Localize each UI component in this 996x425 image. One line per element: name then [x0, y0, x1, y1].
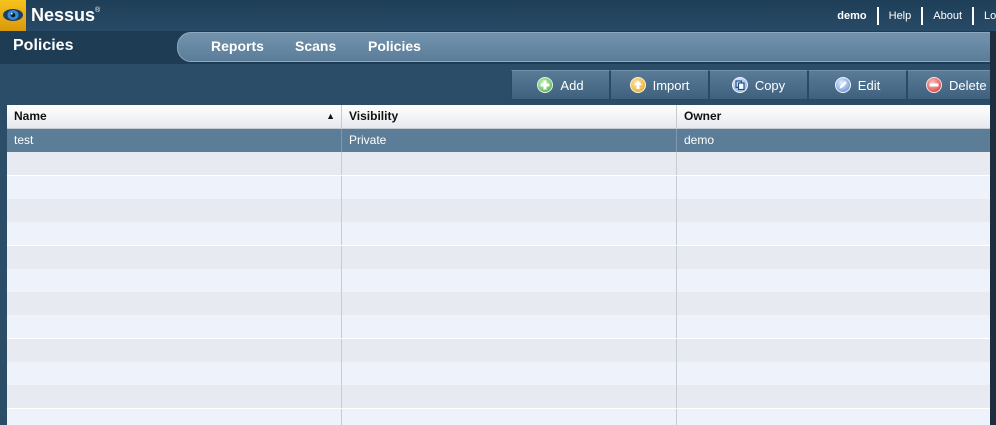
table-cell-owner — [677, 315, 996, 338]
table-cell-visibility — [342, 152, 677, 176]
column-header-name[interactable]: Name ▲ — [7, 105, 342, 128]
table-cell-name — [7, 315, 342, 339]
plus-icon — [537, 77, 554, 93]
table-cell-visibility — [342, 198, 677, 222]
empty-table-row — [7, 175, 996, 199]
add-button[interactable]: Add — [511, 70, 610, 100]
app-name: Nessus® — [31, 5, 101, 25]
table-cell-owner — [677, 222, 996, 245]
add-label: Add — [560, 77, 584, 93]
import-button[interactable]: Import — [610, 70, 709, 100]
top-bar: Nessus® demo Help About Lo — [0, 0, 996, 31]
main-tabs: Reports Scans Policies — [177, 32, 996, 62]
empty-table-row — [7, 198, 996, 222]
import-label: Import — [652, 77, 690, 93]
tab-reports[interactable]: Reports — [211, 38, 264, 54]
table-cell-owner — [677, 246, 996, 269]
table-cell-visibility — [342, 175, 677, 199]
pencil-icon — [834, 77, 851, 93]
table-cell-visibility: Private — [342, 129, 677, 152]
table-cell-owner — [677, 362, 996, 385]
empty-table-row — [7, 338, 996, 362]
empty-table-row — [7, 152, 996, 176]
tab-scans[interactable]: Scans — [295, 38, 336, 54]
minus-icon — [926, 77, 942, 93]
table-header: Name ▲ Visibility Owner — [7, 105, 996, 129]
table-cell-owner — [677, 176, 996, 199]
policy-toolbar: Add Import Copy Edit Delete — [511, 70, 996, 100]
table-cell-owner — [677, 385, 996, 408]
table-cell-name — [7, 175, 342, 199]
table-cell-owner — [677, 152, 996, 175]
table-cell-visibility — [342, 315, 677, 339]
nav-bar: Policies Reports Scans Policies — [0, 31, 996, 64]
copy-label: Copy — [754, 77, 786, 93]
table-cell-name — [7, 268, 342, 292]
table-cell-name — [7, 385, 342, 409]
table-cell-name — [7, 245, 342, 269]
table-cell-visibility — [342, 222, 677, 246]
tab-policies[interactable]: Policies — [368, 38, 421, 54]
policies-table: Name ▲ Visibility Owner test Private demo — [7, 105, 996, 425]
empty-table-row — [7, 292, 996, 316]
table-cell-owner — [677, 339, 996, 362]
table-cell-visibility — [342, 292, 677, 316]
logout-link[interactable]: Lo — [972, 6, 996, 25]
table-cell-visibility — [342, 245, 677, 269]
user-nav: demo Help About Lo — [827, 0, 996, 31]
help-link[interactable]: Help — [876, 6, 922, 25]
edit-button[interactable]: Edit — [808, 70, 907, 100]
table-cell-owner — [677, 409, 996, 425]
table-cell-name — [7, 338, 342, 362]
table-cell-owner — [677, 199, 996, 222]
table-row[interactable]: test Private demo — [7, 129, 996, 152]
table-cell-name: test — [7, 129, 342, 152]
user-name[interactable]: demo — [827, 7, 876, 25]
empty-table-row — [7, 222, 996, 246]
table-cell-name — [7, 292, 342, 316]
table-cell-owner — [677, 292, 996, 315]
edit-label: Edit — [857, 77, 881, 93]
empty-table-row — [7, 315, 996, 339]
delete-button[interactable]: Delete — [907, 70, 993, 100]
empty-table-row — [7, 408, 996, 425]
table-cell-visibility — [342, 408, 677, 425]
empty-table-row — [7, 385, 996, 409]
about-link[interactable]: About — [921, 6, 972, 25]
upload-icon — [629, 77, 646, 93]
empty-table-row — [7, 268, 996, 292]
table-cell-visibility — [342, 362, 677, 385]
empty-table-row — [7, 245, 996, 269]
table-cell-visibility — [342, 338, 677, 362]
table-cell-name — [7, 152, 342, 176]
empty-table-row — [7, 362, 996, 385]
sort-asc-icon: ▲ — [326, 111, 335, 121]
column-header-owner[interactable]: Owner — [677, 105, 996, 128]
column-header-visibility[interactable]: Visibility — [342, 105, 677, 128]
table-cell-name — [7, 198, 342, 222]
table-cell-name — [7, 222, 342, 246]
nessus-eye-icon — [0, 0, 26, 31]
table-cell-visibility — [342, 385, 677, 409]
copy-icon — [731, 77, 748, 93]
scrollbar-edge — [990, 31, 996, 425]
table-cell-owner: demo — [684, 133, 715, 147]
table-cell-name — [7, 362, 342, 385]
page-title: Policies — [13, 37, 74, 54]
copy-button[interactable]: Copy — [709, 70, 808, 100]
delete-label: Delete — [949, 77, 987, 93]
table-cell-owner — [677, 269, 996, 292]
table-cell-name — [7, 408, 342, 425]
table-cell-visibility — [342, 268, 677, 292]
